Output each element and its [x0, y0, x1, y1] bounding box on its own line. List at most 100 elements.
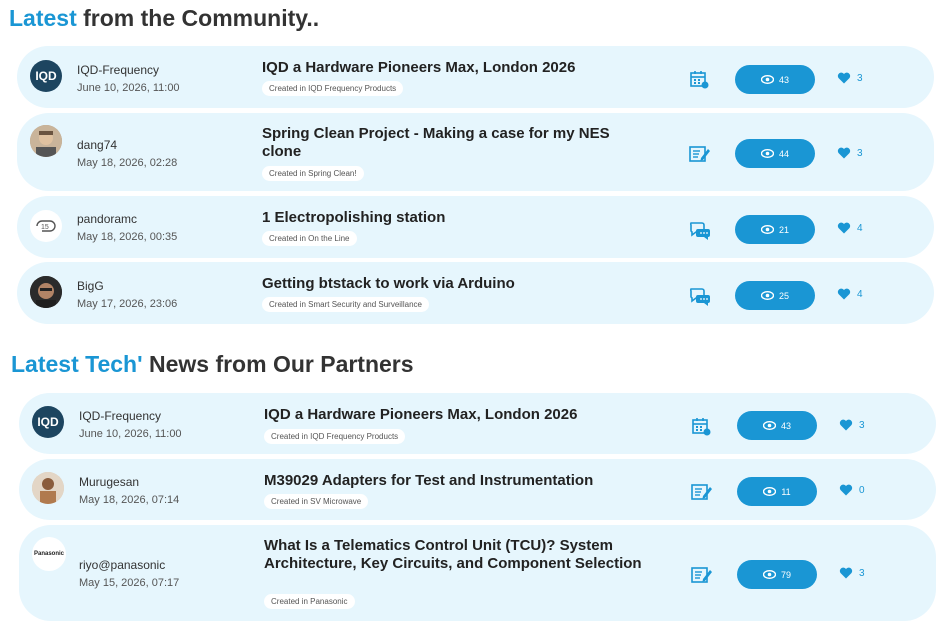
heart-icon[interactable] — [839, 484, 853, 496]
category-tag[interactable]: Created in Smart Security and Surveillan… — [262, 297, 429, 312]
post-date: May 15, 2026, 07:17 — [79, 577, 180, 589]
iqd-logo: IQD — [37, 415, 59, 429]
category-tag[interactable]: Created in Panasonic — [264, 594, 355, 609]
user-photo — [30, 125, 62, 157]
post-date: May 18, 2026, 02:28 — [77, 157, 178, 169]
post-title[interactable]: Spring Clean Project - Making a case for… — [262, 125, 652, 160]
views-count: 43 — [780, 420, 791, 431]
post-title[interactable]: M39029 Adapters for Test and Instrumenta… — [264, 472, 664, 490]
heart-icon[interactable] — [837, 288, 851, 300]
post-title[interactable]: What Is a Telematics Control Unit (TCU)?… — [264, 537, 654, 572]
post-title[interactable]: 1 Electropolishing station — [262, 209, 662, 227]
views-count: 79 — [780, 569, 791, 580]
community-item[interactable]: BigG May 17, 2026, 23:06 Getting btstack… — [17, 262, 934, 324]
heart-icon[interactable] — [837, 72, 851, 84]
user-photo — [30, 276, 62, 308]
eye-icon — [760, 225, 774, 234]
category-tag[interactable]: Created in On the Line — [262, 231, 357, 246]
views-count: 43 — [778, 74, 789, 85]
author-name[interactable]: IQD-Frequency — [79, 409, 161, 423]
views-button[interactable]: 43 — [737, 411, 817, 440]
author-name[interactable]: BigG — [77, 279, 104, 293]
views-button[interactable]: 11 — [737, 477, 817, 506]
likes[interactable]: 4 — [837, 222, 863, 234]
likes[interactable]: 3 — [839, 419, 865, 431]
post-date: June 10, 2026, 11:00 — [79, 428, 182, 440]
category-tag[interactable]: Created in Spring Clean! — [262, 166, 364, 181]
likes[interactable]: 0 — [839, 484, 865, 496]
eye-icon — [760, 149, 774, 158]
blog-edit-icon — [691, 567, 712, 583]
svg-text:15: 15 — [41, 224, 49, 231]
avatar[interactable] — [30, 125, 62, 157]
discussion-icon — [689, 222, 710, 240]
pandoramc-logo: 15 — [36, 220, 56, 232]
likes[interactable]: 3 — [839, 567, 865, 579]
author-name[interactable]: pandoramc — [77, 212, 137, 226]
avatar[interactable]: Panasonic — [32, 537, 66, 571]
avatar[interactable] — [30, 276, 62, 308]
heart-icon[interactable] — [839, 419, 853, 431]
calendar-icon — [690, 71, 709, 89]
partner-item[interactable]: IQD IQD-Frequency June 10, 2026, 11:00 I… — [19, 393, 936, 454]
views-count: 21 — [778, 224, 789, 235]
likes-count: 4 — [857, 222, 863, 234]
post-title[interactable]: IQD a Hardware Pioneers Max, London 2026 — [264, 406, 664, 424]
avatar[interactable] — [32, 472, 64, 504]
community-item[interactable]: dang74 May 18, 2026, 02:28 Spring Clean … — [17, 113, 934, 191]
iqd-logo: IQD — [35, 69, 57, 83]
author-name[interactable]: riyo@panasonic — [79, 558, 165, 572]
author-name[interactable]: dang74 — [77, 138, 117, 152]
views-button[interactable]: 21 — [735, 215, 815, 244]
partner-item[interactable]: Murugesan May 18, 2026, 07:14 M39029 Ada… — [19, 459, 936, 520]
views-count: 11 — [781, 486, 791, 497]
post-title[interactable]: IQD a Hardware Pioneers Max, London 2026 — [262, 59, 662, 77]
blog-edit-icon — [689, 146, 710, 162]
eye-icon — [760, 75, 774, 84]
likes-count: 3 — [857, 72, 863, 84]
panasonic-logo: Panasonic — [33, 551, 64, 557]
user-photo — [32, 472, 64, 504]
views-button[interactable]: 25 — [735, 281, 815, 310]
calendar-icon — [692, 418, 711, 436]
likes-count: 4 — [857, 288, 863, 300]
partner-item[interactable]: Panasonic riyo@panasonic May 15, 2026, 0… — [19, 525, 936, 621]
eye-icon — [762, 421, 776, 430]
likes-count: 3 — [857, 147, 863, 159]
post-date: May 18, 2026, 00:35 — [77, 231, 178, 243]
discussion-icon — [689, 288, 710, 306]
community-item[interactable]: IQD IQD-Frequency June 10, 2026, 11:00 I… — [17, 46, 934, 108]
likes[interactable]: 3 — [837, 72, 863, 84]
views-count: 25 — [778, 290, 789, 301]
author-name[interactable]: Murugesan — [79, 475, 139, 489]
likes-count: 3 — [859, 567, 865, 579]
post-date: May 18, 2026, 07:14 — [79, 494, 180, 506]
partners-section-title: Latest Tech' News from Our Partners — [11, 351, 414, 377]
community-item[interactable]: 15 pandoramc May 18, 2026, 00:35 1 Elect… — [17, 196, 934, 258]
avatar[interactable]: IQD — [32, 406, 64, 438]
heart-icon[interactable] — [837, 147, 851, 159]
likes[interactable]: 4 — [837, 288, 863, 300]
heart-icon[interactable] — [839, 567, 853, 579]
post-title[interactable]: Getting btstack to work via Arduino — [262, 275, 662, 293]
category-tag[interactable]: Created in SV Microwave — [264, 494, 369, 509]
views-button[interactable]: 79 — [737, 560, 817, 589]
category-tag[interactable]: Created in IQD Frequency Products — [262, 81, 404, 96]
author-name[interactable]: IQD-Frequency — [77, 63, 159, 77]
category-tag[interactable]: Created in IQD Frequency Products — [264, 429, 406, 444]
avatar[interactable]: 15 — [30, 210, 62, 242]
eye-icon — [760, 291, 774, 300]
post-date: May 17, 2026, 23:06 — [77, 298, 178, 310]
avatar[interactable]: IQD — [30, 60, 62, 92]
likes-count: 0 — [859, 484, 865, 496]
eye-icon — [763, 487, 777, 496]
community-section-title: Latest from the Community.. — [9, 5, 320, 31]
views-button[interactable]: 43 — [735, 65, 815, 94]
views-button[interactable]: 44 — [735, 139, 815, 168]
blog-edit-icon — [691, 484, 712, 500]
post-date: June 10, 2026, 11:00 — [77, 82, 180, 94]
heart-icon[interactable] — [837, 222, 851, 234]
eye-icon — [762, 570, 776, 579]
views-count: 44 — [778, 148, 789, 159]
likes[interactable]: 3 — [837, 147, 863, 159]
